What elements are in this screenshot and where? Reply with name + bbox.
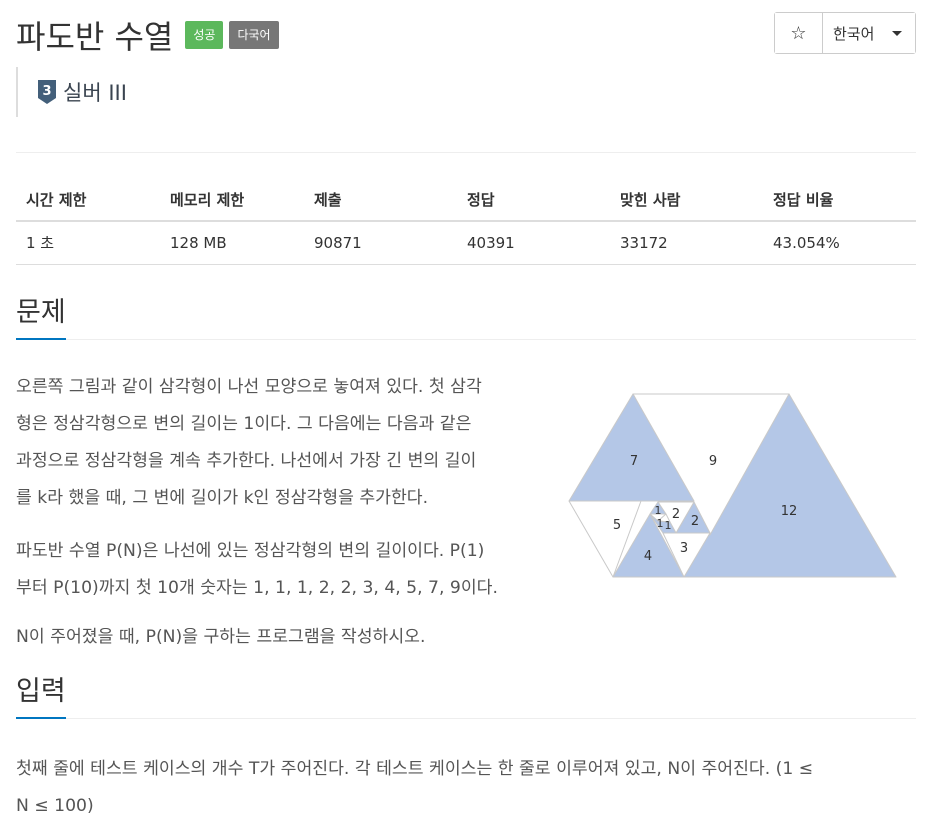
table-header-row: 시간 제한 메모리 제한 제출 정답 맞힌 사람 정답 비율 [16, 178, 916, 222]
favorite-button[interactable]: ☆ [775, 13, 823, 53]
language-label: 한국어 [833, 24, 875, 43]
value-solvers: 33172 [610, 221, 763, 265]
problem-description-3: N이 주어졌을 때, P(N)을 구하는 프로그램을 작성하시오. [16, 627, 426, 647]
header-ratio: 정답 비율 [763, 178, 916, 222]
problem-heading: 문제 [16, 297, 66, 328]
problem-line: 부터 P(10)까지 첫 10개 숫자는 1, 1, 1, 2, 2, 3, 4… [16, 578, 498, 598]
input-line: 첫째 줄에 테스트 케이스의 개수 T가 주어진다. 각 테스트 케이스는 한 … [16, 759, 814, 779]
page-title: 파도반 수열 [16, 18, 174, 56]
header-memory-limit: 메모리 제한 [160, 178, 304, 222]
problem-description: 오른쪽 그림과 같이 삼각형이 나선 모양으로 놓여져 있다. 첫 삼각 형은 … [16, 369, 576, 517]
header-time-limit: 시간 제한 [16, 178, 160, 222]
input-description: 첫째 줄에 테스트 케이스의 개수 T가 주어진다. 각 테스트 케이스는 한 … [16, 751, 921, 825]
value-memory-limit: 128 MB [160, 221, 304, 265]
header-solvers: 맞힌 사람 [610, 178, 763, 222]
input-heading: 입력 [16, 676, 66, 707]
triangle-label: 2 [672, 507, 680, 522]
status-badge-success: 성공 [185, 21, 224, 49]
section-divider [16, 718, 916, 719]
section-accent-bar [16, 338, 66, 340]
star-icon: ☆ [790, 22, 807, 44]
tier-number: 3 [42, 84, 51, 99]
tier-badge-icon: 3 [38, 80, 56, 104]
language-dropdown[interactable]: 한국어 [823, 13, 915, 53]
triangle-label: 7 [630, 454, 638, 469]
section-divider [16, 339, 916, 340]
triangle-label: 1 [657, 517, 664, 530]
padovan-spiral-figure: 7 9 12 5 4 3 2 2 1 1 1 [568, 393, 897, 578]
problem-info-table: 시간 제한 메모리 제한 제출 정답 맞힌 사람 정답 비율 1 초 128 M… [16, 178, 916, 265]
input-line: N ≤ 100) [16, 796, 94, 816]
triangle-label: 4 [644, 549, 652, 564]
problem-line: 를 k라 했을 때, 그 변에 길이가 k인 정삼각형을 추가한다. [16, 488, 429, 508]
problem-description-2: 파도반 수열 P(N)은 나선에 있는 정삼각형의 변의 길이이다. P(1) … [16, 533, 576, 607]
problem-line: 오른쪽 그림과 같이 삼각형이 나선 모양으로 놓여져 있다. 첫 삼각 [16, 377, 482, 397]
input-section-header: 입력 [16, 669, 916, 719]
value-time-limit: 1 초 [16, 221, 160, 265]
triangle-label: 1 [655, 504, 662, 517]
table-row: 1 초 128 MB 90871 40391 33172 43.054% [16, 221, 916, 265]
problem-line: 과정으로 정삼각형을 계속 추가한다. 나선에서 가장 긴 변의 길이 [16, 451, 477, 471]
divider [16, 152, 916, 153]
header-accepted: 정답 [457, 178, 610, 222]
triangle-label: 12 [781, 504, 798, 519]
section-accent-bar [16, 717, 66, 719]
triangle-label: 1 [665, 519, 672, 532]
header-submissions: 제출 [304, 178, 457, 222]
tier-box: 3 실버 III [16, 67, 127, 117]
problem-section-header: 문제 [16, 290, 916, 340]
problem-line: 형은 정삼각형으로 변의 길이는 1이다. 그 다음에는 다음과 같은 [16, 414, 472, 434]
triangle-label: 3 [680, 541, 688, 556]
triangle-label: 5 [613, 518, 621, 533]
triangle-label: 9 [709, 454, 717, 469]
badge-multilingual: 다국어 [229, 21, 279, 49]
tier-label: 실버 III [63, 81, 127, 105]
title-row: 파도반 수열 성공 다국어 [16, 12, 279, 58]
problem-line: 파도반 수열 P(N)은 나선에 있는 정삼각형의 변의 길이이다. P(1) [16, 541, 485, 561]
value-ratio: 43.054% [763, 221, 916, 265]
action-button-group: ☆ 한국어 [774, 12, 916, 54]
value-accepted: 40391 [457, 221, 610, 265]
triangle-label: 2 [691, 514, 699, 529]
value-submissions: 90871 [304, 221, 457, 265]
caret-down-icon [892, 30, 903, 36]
